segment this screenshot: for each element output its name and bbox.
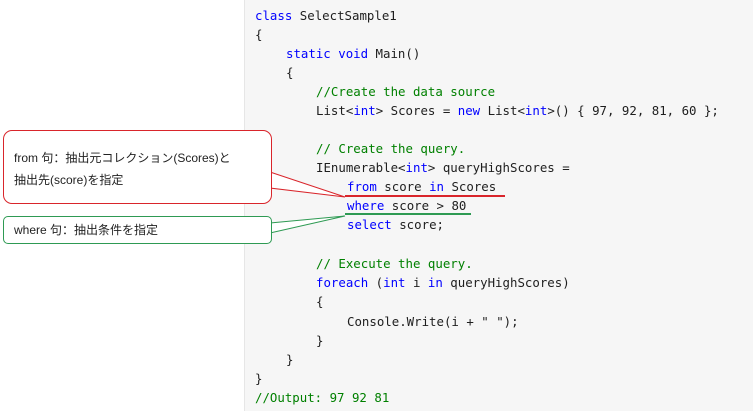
where-clause-callout: where 句：抽出条件を指定 (3, 216, 272, 244)
from-clause-callout: from 句：抽出元コレクション(Scores)と 抽出先(score)を指定 (3, 130, 272, 204)
where-callout-text: where 句：抽出条件を指定 (14, 223, 159, 237)
green-callout-pointer (269, 215, 346, 234)
callout-leaders (269, 171, 346, 234)
from-callout-line1: from 句：抽出元コレクション(Scores)と (14, 151, 231, 165)
from-callout-line2: 抽出先(score)を指定 (14, 173, 124, 187)
red-callout-pointer (269, 171, 346, 198)
